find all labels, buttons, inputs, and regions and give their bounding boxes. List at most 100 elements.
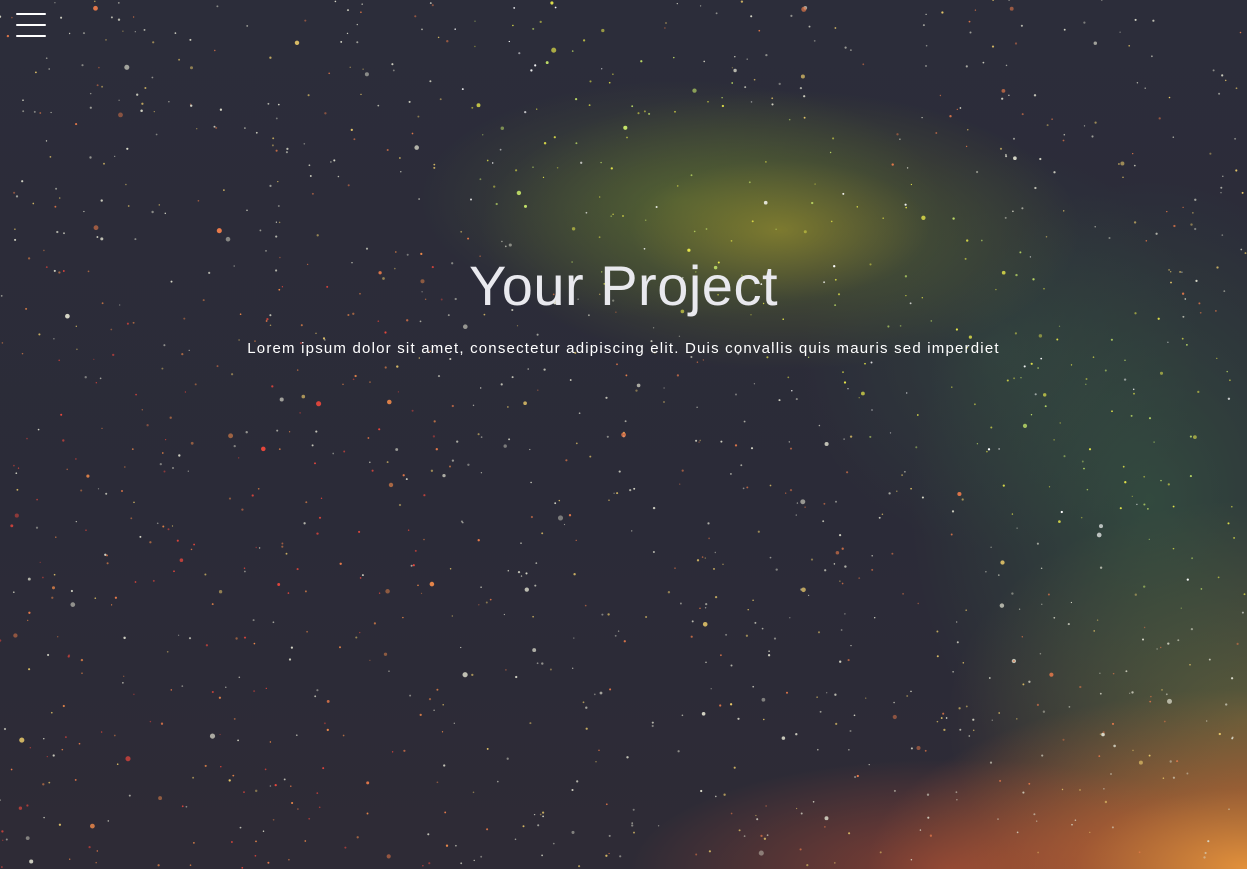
- star: [991, 719, 994, 721]
- star: [833, 862, 836, 864]
- star: [746, 58, 748, 60]
- star: [420, 592, 423, 595]
- star: [339, 646, 341, 649]
- star: [807, 594, 810, 597]
- star: [122, 682, 124, 684]
- star: [39, 561, 41, 564]
- star: [164, 212, 167, 215]
- star: [982, 61, 985, 64]
- star: [1125, 670, 1128, 673]
- star: [939, 94, 942, 97]
- menu-bar-top: [16, 13, 46, 15]
- star: [925, 44, 928, 47]
- star: [893, 701, 895, 704]
- star: [48, 781, 51, 784]
- star: [512, 24, 514, 27]
- star: [967, 129, 969, 131]
- star: [1203, 856, 1206, 859]
- star: [32, 202, 35, 205]
- star: [29, 747, 31, 749]
- star: [343, 450, 346, 453]
- star: [63, 232, 65, 235]
- star: [101, 85, 104, 88]
- star: [530, 481, 532, 484]
- star: [16, 488, 19, 491]
- star: [593, 693, 596, 696]
- star: [781, 736, 786, 740]
- star: [998, 712, 1001, 714]
- star: [408, 100, 411, 103]
- star: [1145, 240, 1148, 242]
- star: [1070, 601, 1073, 604]
- star: [997, 574, 1000, 576]
- hamburger-menu-icon[interactable]: [14, 11, 48, 41]
- star: [328, 72, 331, 75]
- star: [239, 826, 242, 829]
- star: [55, 187, 58, 190]
- star: [720, 654, 722, 657]
- star: [43, 816, 45, 819]
- star: [1150, 695, 1152, 698]
- star: [352, 378, 355, 381]
- star: [1200, 588, 1203, 590]
- star: [1101, 732, 1105, 737]
- star: [1036, 542, 1039, 545]
- star: [197, 199, 200, 202]
- star: [96, 850, 99, 852]
- star: [803, 116, 806, 119]
- star: [356, 836, 359, 839]
- star: [690, 174, 693, 177]
- star: [1053, 439, 1055, 441]
- star: [1086, 488, 1089, 491]
- star: [1235, 87, 1238, 90]
- star: [508, 243, 512, 247]
- star: [698, 441, 700, 443]
- star: [373, 622, 376, 625]
- star: [480, 855, 483, 858]
- star: [787, 376, 790, 379]
- star: [631, 530, 633, 532]
- star: [131, 448, 134, 450]
- star: [378, 428, 381, 431]
- star: [1104, 800, 1108, 804]
- star: [332, 452, 335, 455]
- star: [340, 40, 343, 43]
- star: [636, 383, 641, 388]
- star: [575, 442, 578, 445]
- star: [359, 577, 362, 579]
- star: [323, 722, 326, 725]
- star: [775, 228, 777, 231]
- star: [1062, 738, 1065, 741]
- star: [676, 185, 679, 187]
- star: [190, 441, 194, 445]
- star: [951, 510, 955, 513]
- star: [530, 515, 533, 519]
- star: [171, 525, 174, 527]
- star: [1016, 718, 1018, 720]
- star: [1112, 672, 1115, 675]
- star: [107, 820, 110, 822]
- star: [133, 693, 135, 696]
- star: [961, 498, 964, 501]
- star: [589, 80, 592, 83]
- star: [765, 53, 768, 57]
- star: [1022, 423, 1028, 428]
- star: [841, 547, 844, 550]
- star: [758, 850, 764, 856]
- star: [703, 60, 706, 63]
- star: [1000, 560, 1005, 565]
- star: [499, 148, 502, 151]
- star: [238, 676, 241, 679]
- star: [1222, 175, 1224, 178]
- star: [403, 749, 406, 752]
- star: [136, 93, 139, 96]
- star: [956, 108, 958, 111]
- star: [445, 844, 449, 847]
- star: [433, 420, 436, 423]
- star: [437, 375, 441, 378]
- star: [520, 575, 523, 577]
- star: [187, 470, 189, 472]
- star: [118, 99, 120, 101]
- star: [385, 589, 390, 594]
- star: [1152, 19, 1155, 22]
